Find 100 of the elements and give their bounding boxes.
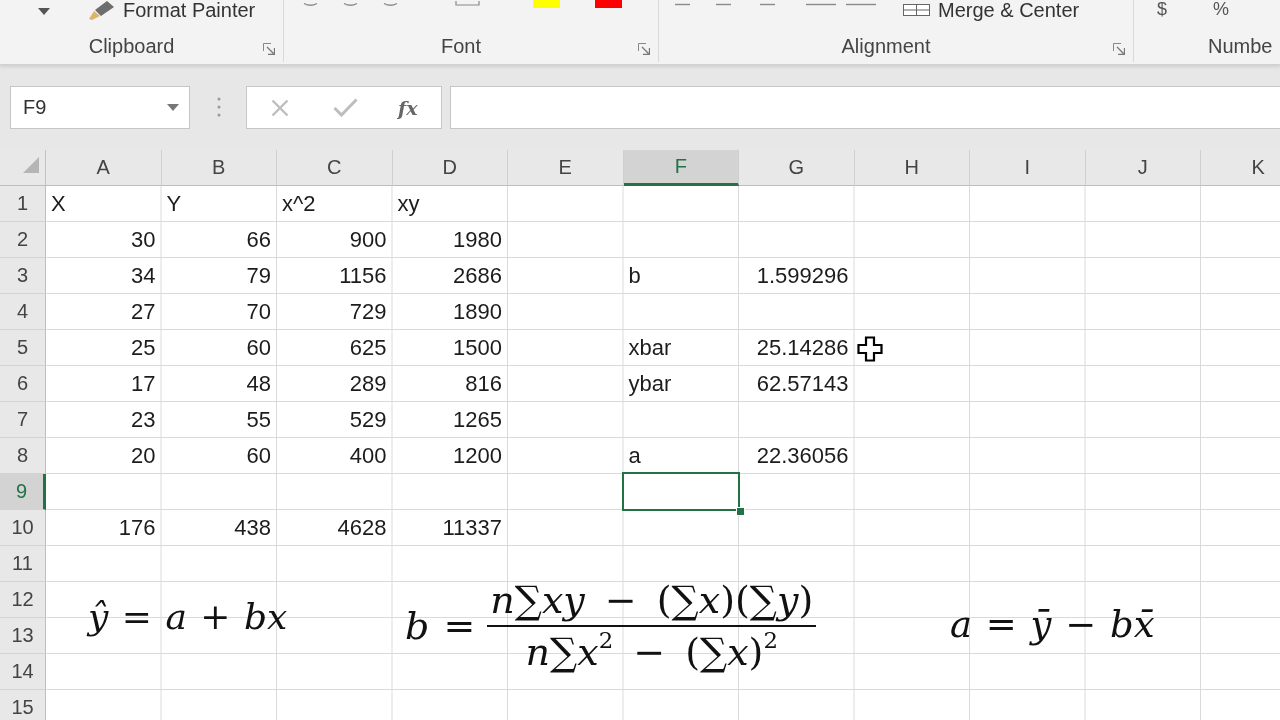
label-text: X xyxy=(51,191,66,217)
row-header[interactable]: 15 xyxy=(0,690,46,720)
indent-icon[interactable] xyxy=(806,2,836,7)
value-text: 22.36056 xyxy=(756,443,849,469)
row-header[interactable]: 8 xyxy=(0,438,46,474)
row-header[interactable]: 13 xyxy=(0,618,46,654)
column-header[interactable]: I xyxy=(970,150,1086,186)
border-icon[interactable] xyxy=(455,1,480,6)
row-header[interactable]: 5 xyxy=(0,330,46,366)
value-text: 55 xyxy=(246,407,271,433)
value-text: 2686 xyxy=(453,263,502,289)
row-header[interactable]: 1 xyxy=(0,186,46,222)
value-text: 48 xyxy=(246,371,271,397)
value-text: 1265 xyxy=(453,407,502,433)
value-text: 66 xyxy=(246,227,271,253)
select-all-icon[interactable] xyxy=(23,157,39,173)
caret-icon[interactable] xyxy=(167,104,179,111)
value-text: 79 xyxy=(246,263,271,289)
equation-lhs: b = xyxy=(405,603,476,649)
row-header[interactable]: 2 xyxy=(0,222,46,258)
value-text: 23 xyxy=(131,407,156,433)
row-header[interactable]: 6 xyxy=(0,366,46,402)
dash-icon[interactable] xyxy=(383,2,398,7)
value-text: 529 xyxy=(349,407,387,433)
insert-function-button[interactable]: fx xyxy=(398,96,418,119)
cancel-icon[interactable] xyxy=(271,98,289,117)
value-text: 1200 xyxy=(453,443,502,469)
equation: ŷ = a + bx xyxy=(88,595,288,639)
value-text: 1890 xyxy=(453,299,502,325)
value-text: 1980 xyxy=(453,227,502,253)
value-text: 1500 xyxy=(453,335,502,361)
column-header[interactable]: A xyxy=(46,150,162,186)
value-text: 62.57143 xyxy=(756,371,849,397)
row-header[interactable]: 14 xyxy=(0,654,46,690)
grid-icon xyxy=(903,4,930,16)
number-format-button[interactable]: % xyxy=(1213,0,1230,18)
column-header[interactable]: G xyxy=(739,150,855,186)
label-text: Y xyxy=(166,191,182,217)
value-text: 400 xyxy=(349,443,387,469)
value-text: 289 xyxy=(349,371,387,397)
group-label: Clipboard xyxy=(88,35,175,58)
dash-icon[interactable] xyxy=(303,2,318,7)
group-label: Font xyxy=(441,35,481,58)
value-text: 625 xyxy=(349,335,387,361)
value-text: 34 xyxy=(131,263,156,289)
column-header[interactable]: K xyxy=(1201,150,1280,186)
row-header[interactable]: 7 xyxy=(0,402,46,438)
value-text: 729 xyxy=(349,299,387,325)
label-text: a xyxy=(628,443,641,469)
color-swatch-icon[interactable] xyxy=(533,0,560,8)
format-painter-button[interactable]: Format Painter xyxy=(88,0,256,20)
dialog-launcher-icon[interactable] xyxy=(263,42,275,55)
align-icon[interactable] xyxy=(760,2,775,7)
value-text: 30 xyxy=(131,227,156,253)
column-header[interactable]: B xyxy=(161,150,277,186)
column-header[interactable]: F xyxy=(623,150,739,186)
number-format-button[interactable]: $ xyxy=(1157,0,1167,18)
color-swatch-icon[interactable] xyxy=(595,0,622,8)
value-text: 25.14286 xyxy=(756,335,849,361)
group-label: Alignment xyxy=(841,35,931,58)
row-header[interactable]: 4 xyxy=(0,294,46,330)
value-text: 438 xyxy=(234,515,271,541)
column-header[interactable]: J xyxy=(1085,150,1201,186)
column-header[interactable]: E xyxy=(508,150,624,186)
label-text: ybar xyxy=(628,371,672,397)
value-text: 176 xyxy=(118,515,156,541)
column-header[interactable]: D xyxy=(392,150,508,186)
equation: a = ȳ − bx̄ xyxy=(950,603,1155,647)
caret-icon[interactable] xyxy=(38,8,50,15)
fill-handle-icon[interactable] xyxy=(736,507,745,516)
column-header[interactable]: C xyxy=(277,150,393,186)
cursor-icon xyxy=(857,336,883,362)
group-label: Numbe xyxy=(1208,35,1273,58)
row-header[interactable]: 3 xyxy=(0,258,46,294)
row-header[interactable]: 9 xyxy=(0,474,46,510)
dialog-launcher-icon[interactable] xyxy=(1113,42,1125,55)
column-header[interactable]: H xyxy=(854,150,970,186)
fraction-denominator: n∑x$^{2}$ − (∑x)$^{2}$ xyxy=(525,627,778,675)
row-header[interactable]: 10 xyxy=(0,510,46,546)
row-header[interactable]: 11 xyxy=(0,546,46,582)
label-text: xy xyxy=(397,191,420,217)
value-text: 70 xyxy=(246,299,271,325)
value-text: 4628 xyxy=(337,515,387,541)
value-text: 1.599296 xyxy=(756,263,849,289)
row-header[interactable]: 12 xyxy=(0,582,46,618)
brush-icon xyxy=(88,0,115,20)
formula-input[interactable] xyxy=(450,86,1280,129)
align-icon[interactable] xyxy=(716,2,731,7)
dialog-launcher-icon[interactable] xyxy=(638,42,650,55)
dash-icon[interactable] xyxy=(343,2,358,7)
active-cell-border[interactable] xyxy=(621,472,740,511)
merge-center-button[interactable]: Merge & Center xyxy=(903,0,1080,20)
value-text: 60 xyxy=(246,443,271,469)
check-icon[interactable] xyxy=(333,98,358,117)
label-text: xbar xyxy=(628,335,672,361)
align-icon[interactable] xyxy=(675,2,690,7)
label-text: x^2 xyxy=(282,191,316,217)
name-box[interactable]: F9 xyxy=(10,86,190,129)
indent-icon[interactable] xyxy=(846,2,876,7)
grip-icon[interactable] xyxy=(217,97,221,117)
